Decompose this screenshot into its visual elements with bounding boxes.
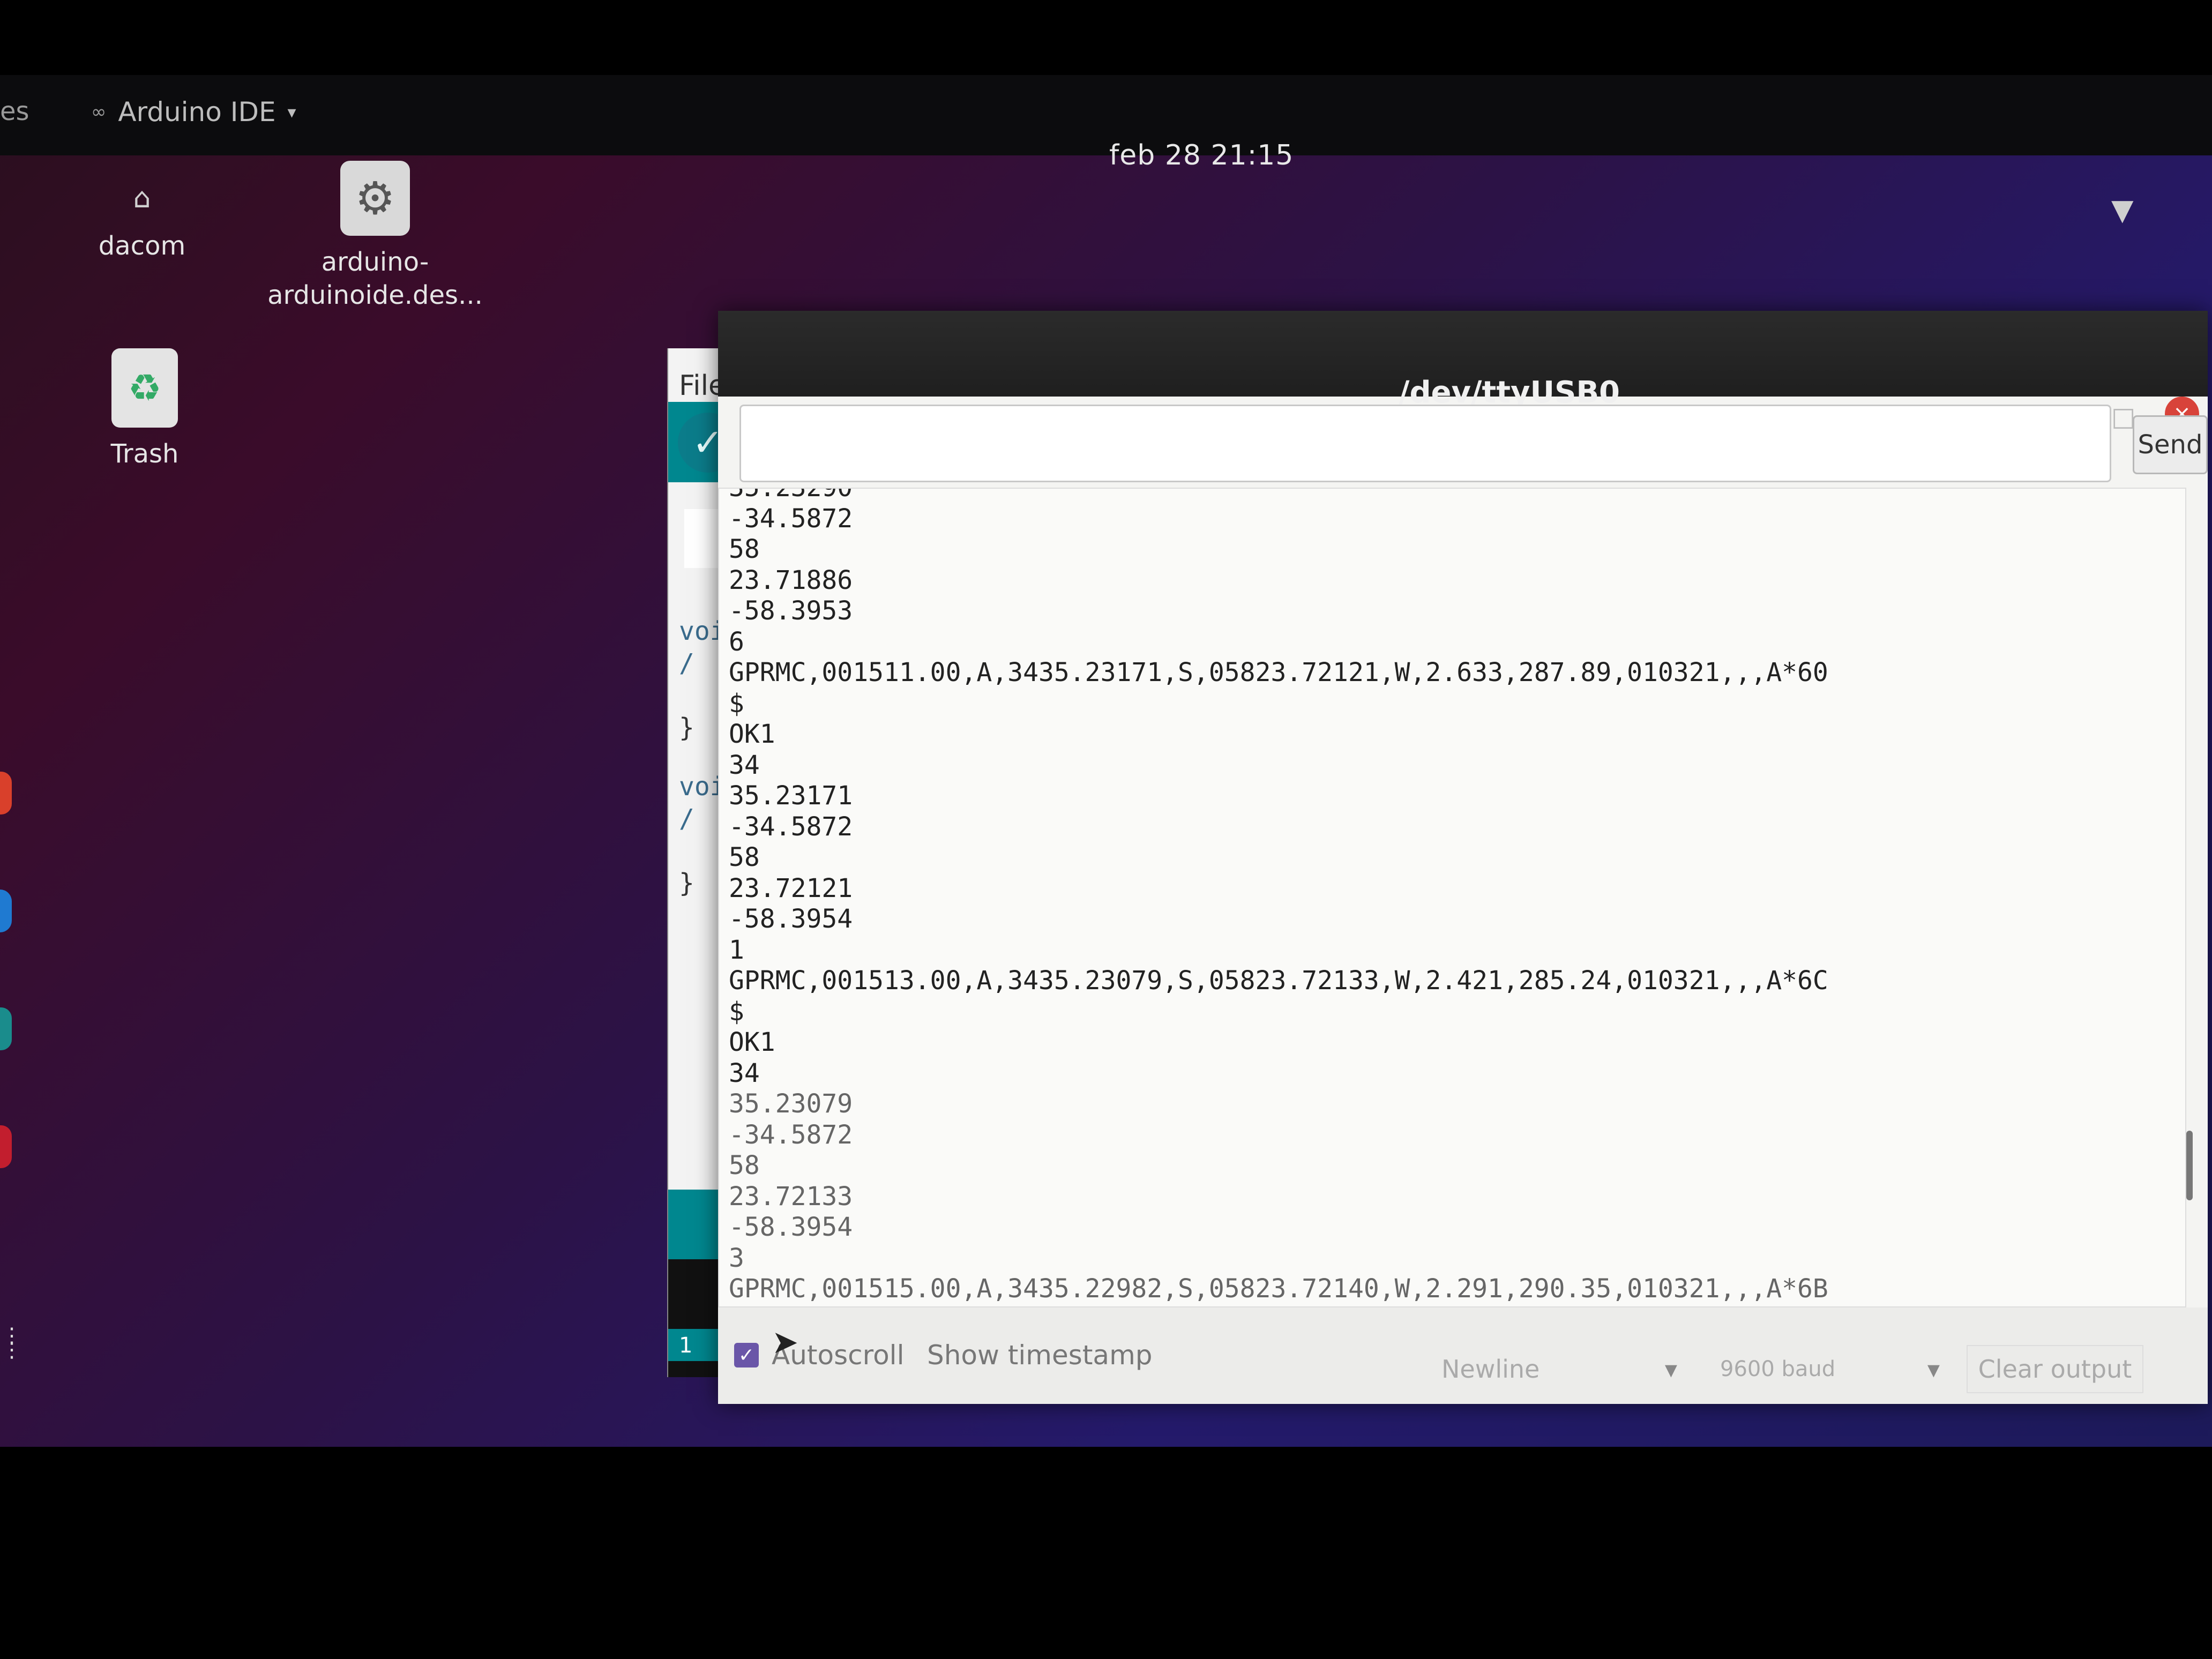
output-line: 3 <box>729 1243 744 1273</box>
desktop-icon-label: dacom <box>98 231 186 261</box>
output-line: $ <box>729 996 744 1027</box>
output-line: 58 <box>729 534 760 564</box>
baud-rate-select[interactable]: 9600 baud ▾ <box>1709 1345 1951 1393</box>
dock-item[interactable] <box>0 772 12 814</box>
output-line: 23.72121 <box>729 873 853 903</box>
desktop-icon-arduino[interactable]: ⚙ arduino- arduinoide.des... <box>257 161 493 312</box>
output-line: 35.23290 <box>729 488 853 503</box>
gear-icon: ⚙ <box>340 161 410 236</box>
chevron-down-icon: ▾ <box>1927 1355 1940 1384</box>
top-bar: es ∞ Arduino IDE ▾ <box>0 75 2212 155</box>
activities-button[interactable]: es <box>0 96 29 126</box>
output-line: 58 <box>729 1150 760 1180</box>
output-line: 58 <box>729 842 760 872</box>
output-line: -58.3954 <box>729 904 853 934</box>
wifi-icon[interactable]: ▼ <box>2111 193 2134 227</box>
output-line: 23.71886 <box>729 565 853 595</box>
dock-item[interactable] <box>0 890 12 932</box>
trash-icon: ♻ <box>111 348 178 428</box>
mouse-cursor-icon: ➤ <box>772 1324 799 1361</box>
app-menu[interactable]: ∞ Arduino IDE ▾ <box>91 96 296 128</box>
desktop-icon-home[interactable]: ⌂ dacom <box>80 177 204 263</box>
dock-item[interactable] <box>0 1007 12 1050</box>
baud-rate-value: 9600 baud <box>1720 1357 1836 1381</box>
chevron-down-icon: ▾ <box>1664 1355 1677 1384</box>
output-line: GPRMC,001515.00,A,3435.22982,S,05823.721… <box>729 1274 1828 1304</box>
output-line: 1 <box>729 935 744 965</box>
desktop-icon-trash[interactable]: ♻ Trash <box>80 348 209 470</box>
send-row: Send <box>739 405 2208 485</box>
output-line: GPRMC,001513.00,A,3435.23079,S,05823.721… <box>729 966 1828 996</box>
output-line: -58.3954 <box>729 1212 853 1242</box>
serial-output[interactable]: 35.23290 -34.5872 58 23.71886 -58.3953 6 GPRMC… <box>718 488 2186 1307</box>
output-line: 34 <box>729 750 760 780</box>
output-line: $ <box>729 688 744 719</box>
output-line: OK1 <box>729 1027 775 1057</box>
desktop-screen: es ∞ Arduino IDE ▾ feb 28 21:15 ▼ ⌂ daco… <box>0 75 2212 1447</box>
show-apps-icon[interactable]: ⋮ ⋮ <box>1 1325 23 1361</box>
serial-monitor-window: /dev/ttyUSB0 – □ × Send 35.23290-34.5872… <box>718 311 2208 1404</box>
output-line: 35.23171 <box>729 781 853 811</box>
output-line: -58.3953 <box>729 596 853 626</box>
home-folder-icon: ⌂ <box>133 182 151 214</box>
chevron-down-icon: ▾ <box>287 102 296 122</box>
send-button[interactable]: Send <box>2133 415 2208 474</box>
clear-output-button[interactable]: Clear output <box>1967 1345 2143 1393</box>
checkbox-checked-icon[interactable]: ✓ <box>734 1343 759 1367</box>
scrollbar[interactable] <box>2186 1131 2193 1200</box>
line-ending-select[interactable]: Newline ▾ <box>1431 1345 1688 1393</box>
code-line: } <box>679 713 694 743</box>
autoscroll-toggle[interactable]: ✓ Autoscroll <box>734 1340 904 1371</box>
app-menu-icon: ∞ <box>91 101 107 123</box>
app-menu-label: Arduino IDE <box>118 96 276 128</box>
timestamp-label: Show timestamp <box>927 1340 1153 1371</box>
title-bar[interactable]: /dev/ttyUSB0 – □ × <box>718 311 2208 432</box>
code-line: } <box>679 868 694 898</box>
output-line: 34 <box>729 1058 760 1088</box>
timestamp-toggle[interactable]: Show timestamp <box>927 1340 1153 1371</box>
code-line: / <box>679 804 694 834</box>
output-line: 23.72133 <box>729 1181 853 1212</box>
desktop-icon-label: Trash <box>110 439 179 469</box>
output-line: -34.5872 <box>729 503 853 534</box>
output-line: OK1 <box>729 719 775 749</box>
output-line: GPRMC,001511.00,A,3435.23171,S,05823.721… <box>729 657 1828 687</box>
output-line: 35.23079 <box>729 1089 853 1119</box>
desktop-icon-label: arduino- arduinoide.des... <box>267 247 483 310</box>
output-line: 6 <box>729 626 744 657</box>
code-line: / <box>679 648 694 678</box>
output-line: -34.5872 <box>729 1119 853 1150</box>
output-line: -34.5872 <box>729 811 853 842</box>
dock-item[interactable] <box>0 1125 12 1168</box>
clock[interactable]: feb 28 21:15 <box>1109 139 1294 171</box>
serial-footer: ✓ Autoscroll Show timestamp Newline ▾ 96… <box>718 1307 2208 1404</box>
serial-input[interactable] <box>739 405 2111 482</box>
line-ending-value: Newline <box>1441 1355 1540 1384</box>
